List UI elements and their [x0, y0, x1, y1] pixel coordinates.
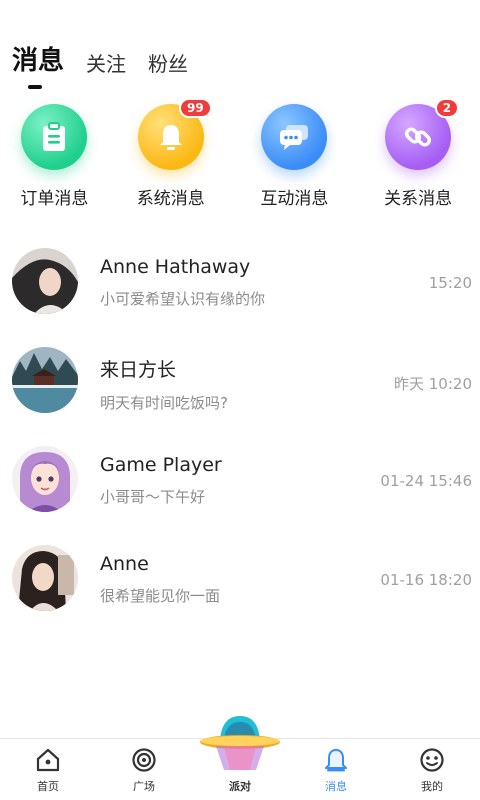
chat-bubble-icon: [261, 104, 328, 170]
conversation-row[interactable]: Anne Hathaway 小可爱希望认识有缘的你 15:20: [0, 248, 480, 347]
category-system[interactable]: 99 系统消息: [109, 98, 233, 209]
message-time: 昨天 10:20: [394, 375, 472, 393]
avatar: [12, 347, 78, 413]
nav-party-label: 派对: [229, 780, 251, 793]
category-order-label: 订单消息: [20, 189, 89, 209]
avatar: [12, 446, 78, 512]
conversation-row[interactable]: 来日方长 明天有时间吃饭吗? 昨天 10:20: [0, 347, 480, 446]
link-icon: 2: [385, 98, 460, 170]
message-time: 01-16 18:20: [380, 571, 472, 589]
bell-icon: 99: [137, 98, 212, 170]
smiley-icon: [418, 746, 446, 774]
bottom-nav: 首页 广场 派对 消息 我的: [0, 716, 480, 800]
relation-unread-badge: 2: [434, 98, 460, 118]
message-categories: 订单消息 99 系统消息 互动消息 2 关系消息: [0, 98, 480, 209]
message-time: 15:20: [428, 274, 472, 292]
nav-profile-label: 我的: [421, 780, 443, 793]
tab-messages-label: 消息: [12, 46, 65, 76]
nav-messages-label: 消息: [325, 780, 347, 793]
contact-name: Anne Hathaway: [100, 256, 251, 278]
target-icon: [130, 746, 158, 774]
clipboard-icon: [21, 104, 88, 170]
nav-profile[interactable]: 我的: [384, 739, 480, 800]
ufo-icon: [198, 710, 282, 772]
bell-icon: [322, 746, 350, 774]
header-tabs: 消息 关注 粉丝: [12, 40, 210, 89]
message-time: 01-24 15:46: [380, 472, 472, 490]
system-unread-badge: 99: [179, 98, 212, 118]
nav-square-label: 广场: [133, 780, 155, 793]
tab-messages[interactable]: 消息: [12, 40, 65, 89]
avatar: [12, 248, 78, 314]
category-interaction[interactable]: 互动消息: [233, 104, 357, 209]
home-icon: [34, 746, 62, 774]
conversation-row[interactable]: Anne 很希望能见你一面 01-16 18:20: [0, 545, 480, 644]
category-relation-label: 关系消息: [384, 189, 453, 209]
conversation-list: Anne Hathaway 小可爱希望认识有缘的你 15:20 来日方长 明天有…: [0, 248, 480, 644]
conversation-row[interactable]: Game Player 小哥哥～下午好 01-24 15:46: [0, 446, 480, 545]
nav-home-label: 首页: [37, 780, 59, 793]
nav-square[interactable]: 广场: [96, 739, 192, 800]
nav-party[interactable]: 派对: [192, 716, 288, 800]
category-relation[interactable]: 2 关系消息: [356, 98, 480, 209]
tab-fans-label: 粉丝: [148, 52, 189, 76]
avatar: [12, 545, 78, 611]
tab-fans[interactable]: 粉丝: [148, 48, 188, 77]
message-preview: 小可爱希望认识有缘的你: [100, 290, 266, 308]
category-interaction-label: 互动消息: [260, 189, 329, 209]
category-order[interactable]: 订单消息: [0, 104, 109, 209]
tab-following-label: 关注: [86, 52, 127, 76]
nav-messages[interactable]: 消息: [288, 739, 384, 800]
message-preview: 明天有时间吃饭吗?: [100, 394, 228, 412]
category-system-label: 系统消息: [136, 189, 205, 209]
nav-home[interactable]: 首页: [0, 739, 96, 800]
active-tab-indicator: [28, 85, 42, 89]
tab-following[interactable]: 关注: [86, 48, 126, 77]
